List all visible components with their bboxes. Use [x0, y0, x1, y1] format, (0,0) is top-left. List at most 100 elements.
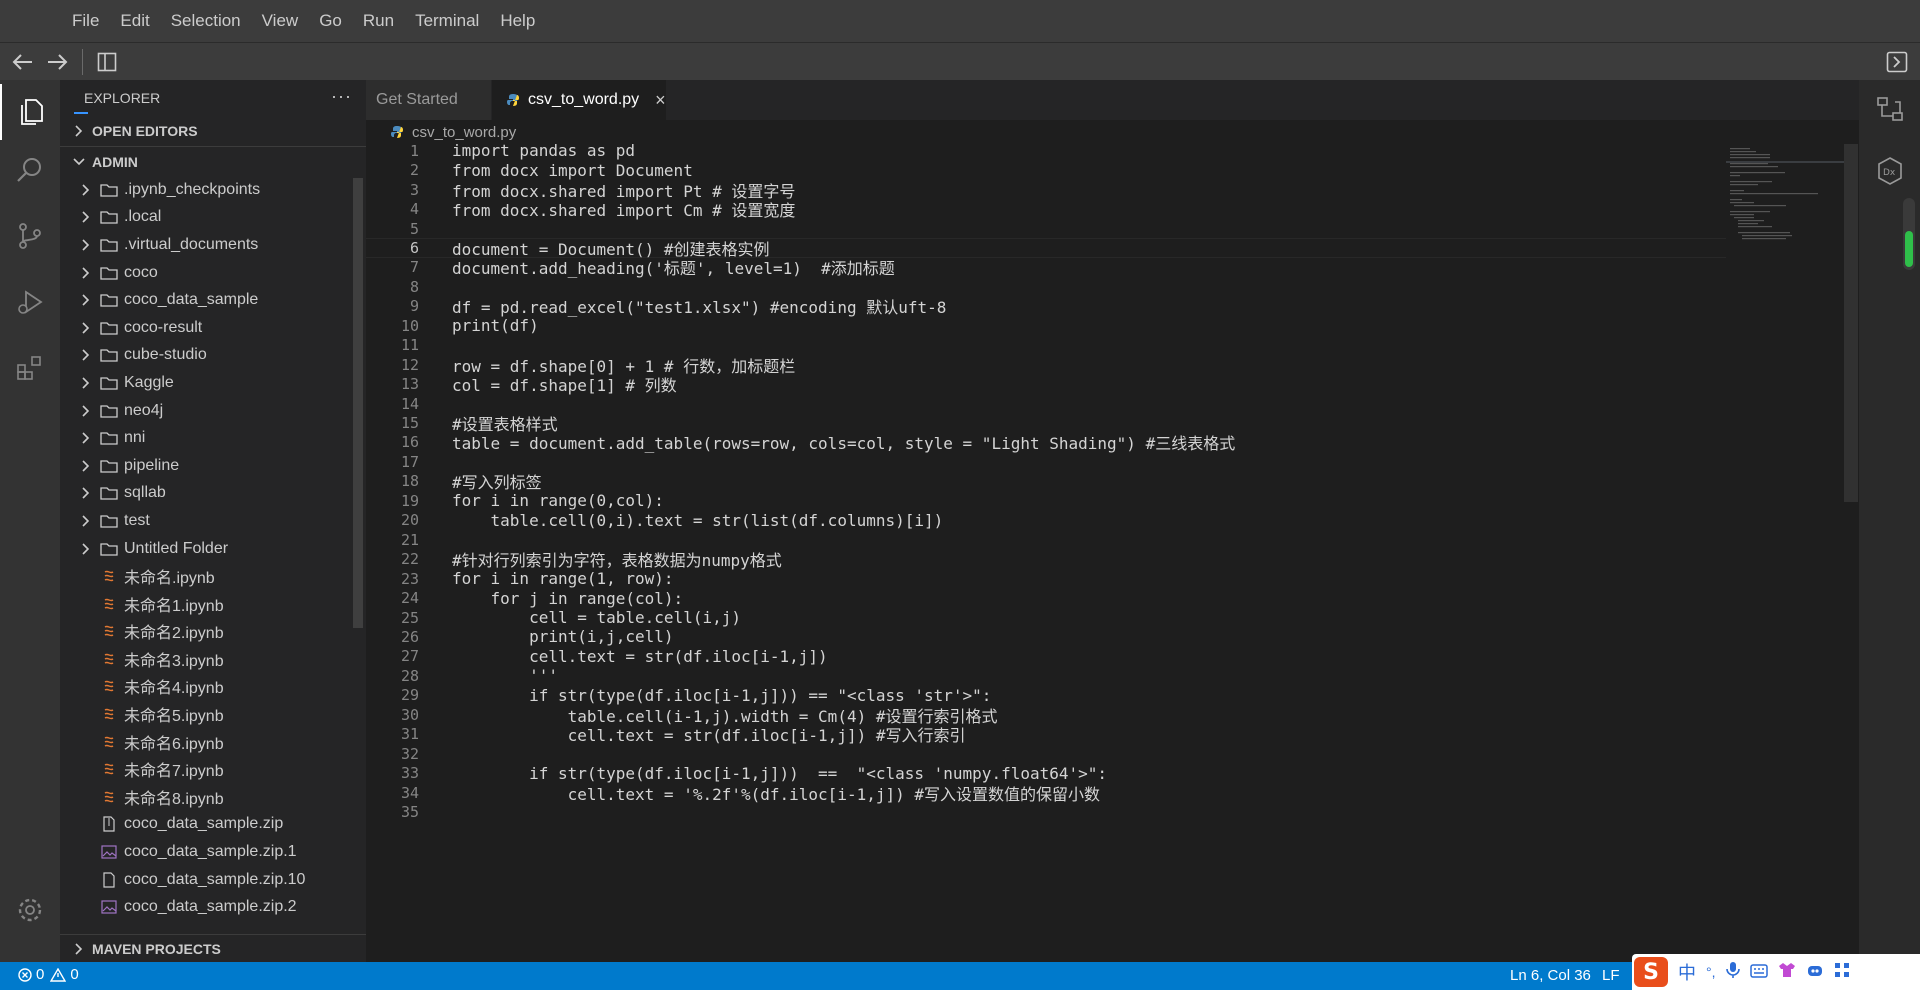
python-file-icon: [506, 93, 520, 107]
folder-item[interactable]: .ipynb_checkpoints: [60, 176, 366, 204]
arrow-left-icon[interactable]: [10, 49, 36, 75]
code-line[interactable]: 23 for i in range(1, row):: [366, 569, 1726, 588]
folder-item[interactable]: coco-result: [60, 314, 366, 342]
panel-layout-icon[interactable]: [94, 49, 120, 75]
grid-icon[interactable]: [1834, 962, 1850, 983]
code-line[interactable]: 7 document.add_heading('标题', level=1) #添加…: [366, 258, 1726, 278]
problems-indicator[interactable]: 0 0: [18, 966, 79, 983]
run-debug-icon[interactable]: [0, 274, 60, 330]
sogou-logo-icon[interactable]: S: [1634, 957, 1668, 987]
code-editor[interactable]: 1 import pandas as pd 2 from docx import Do…: [366, 144, 1859, 962]
code-line[interactable]: 17: [366, 452, 1726, 471]
admin-root-section[interactable]: ADMIN: [60, 146, 366, 176]
keyboard-icon[interactable]: [1749, 962, 1768, 983]
file-item[interactable]: 未命名7.ipynb: [60, 755, 366, 783]
ime-mode[interactable]: 中: [1678, 959, 1696, 985]
end-of-line[interactable]: LF: [1602, 967, 1620, 984]
file-item[interactable]: 未命名2.ipynb: [60, 618, 366, 646]
explorer-icon[interactable]: [0, 84, 60, 140]
folder-item[interactable]: .virtual_documents: [60, 231, 366, 259]
folder-item[interactable]: neo4j: [60, 397, 366, 425]
shirt-icon[interactable]: [1778, 962, 1796, 983]
menu-edit[interactable]: Edit: [120, 11, 149, 31]
folder-item[interactable]: coco: [60, 259, 366, 287]
file-item[interactable]: 未命名5.ipynb: [60, 700, 366, 728]
breadcrumb-file[interactable]: csv_to_word.py: [412, 124, 516, 141]
folder-item[interactable]: coco_data_sample: [60, 286, 366, 314]
code-line[interactable]: 13 col = df.shape[1] # 列数: [366, 374, 1726, 395]
open-editors-section[interactable]: OPEN EDITORS: [60, 116, 366, 146]
editor-scrollbar[interactable]: [1844, 144, 1858, 502]
menu-view[interactable]: View: [262, 11, 299, 31]
code-line[interactable]: 35: [366, 802, 1726, 821]
file-item[interactable]: 未命名1.ipynb: [60, 590, 366, 618]
code-line[interactable]: 14: [366, 394, 1726, 413]
folder-item[interactable]: Kaggle: [60, 369, 366, 397]
tab-get-started[interactable]: Get Started: [366, 80, 492, 120]
dx-hexagon-icon[interactable]: Dx: [1875, 156, 1905, 190]
line-number: 23: [400, 569, 419, 588]
code-line[interactable]: 28 ''': [366, 666, 1726, 685]
settings-gear-icon[interactable]: [0, 882, 60, 938]
arrow-right-icon[interactable]: [44, 49, 70, 75]
code-line[interactable]: 26 print(i,j,cell): [366, 627, 1726, 646]
file-item[interactable]: coco_data_sample.zip.2: [60, 893, 366, 921]
menu-help[interactable]: Help: [500, 11, 535, 31]
chevron-right-box-icon[interactable]: [1884, 49, 1910, 75]
folder-item[interactable]: .local: [60, 204, 366, 232]
code-line[interactable]: 18 #写入列标签: [366, 472, 1726, 492]
microphone-icon[interactable]: [1725, 961, 1740, 984]
code-line[interactable]: 10 print(df): [366, 316, 1726, 335]
file-item[interactable]: 未命名4.ipynb: [60, 673, 366, 701]
file-icon: [100, 872, 118, 888]
file-item[interactable]: coco_data_sample.zip.10: [60, 866, 366, 894]
line-number: 32: [400, 744, 419, 763]
file-label: 未命名3.ipynb: [124, 652, 224, 670]
chevron-right-icon: [78, 294, 94, 306]
code-line[interactable]: 31 cell.text = str(df.iloc[i-1,j]) #写入行索…: [366, 725, 1726, 745]
folder-item[interactable]: pipeline: [60, 452, 366, 480]
menu-go[interactable]: Go: [319, 11, 342, 31]
extensions-icon[interactable]: [0, 340, 60, 396]
menu-file[interactable]: File: [72, 11, 99, 31]
source-control-icon[interactable]: [0, 208, 60, 264]
sidebar-scrollbar[interactable]: [353, 178, 363, 628]
flow-diagram-icon[interactable]: [1875, 94, 1905, 128]
code-line[interactable]: 9 df = pd.read_excel("test1.xlsx") #encod…: [366, 297, 1726, 317]
code-line[interactable]: 22 #针对行列索引为字符，表格数据为numpy格式: [366, 549, 1726, 570]
code-line[interactable]: 1 import pandas as pd: [366, 144, 1726, 160]
code-line[interactable]: 19 for i in range(0,col):: [366, 491, 1726, 510]
code-line[interactable]: 27 cell.text = str(df.iloc[i-1,j]): [366, 647, 1726, 666]
minimap[interactable]: [1726, 144, 1844, 244]
folder-item[interactable]: sqllab: [60, 480, 366, 508]
robot-icon[interactable]: [1806, 962, 1824, 983]
file-item[interactable]: 未命名3.ipynb: [60, 645, 366, 673]
code-line[interactable]: 20 table.cell(0,i).text = str(list(df.co…: [366, 511, 1726, 530]
code-line[interactable]: 32: [366, 744, 1726, 763]
code-line[interactable]: 34 cell.text = '%.2f'%(df.iloc[i-1,j]) #…: [366, 783, 1726, 804]
code-line[interactable]: 25 cell = table.cell(i,j): [366, 608, 1726, 627]
file-item[interactable]: 未命名8.ipynb: [60, 783, 366, 811]
code-line[interactable]: 16 table = document.add_table(rows=row, c…: [366, 433, 1726, 453]
folder-item[interactable]: cube-studio: [60, 342, 366, 370]
folder-item[interactable]: test: [60, 507, 366, 535]
close-icon[interactable]: ×: [655, 90, 666, 111]
menu-selection[interactable]: Selection: [171, 11, 241, 31]
file-item[interactable]: coco_data_sample.zip: [60, 811, 366, 839]
more-actions-icon[interactable]: ···: [331, 86, 352, 107]
folder-item[interactable]: Untitled Folder: [60, 535, 366, 563]
cursor-position[interactable]: Ln 6, Col 36: [1510, 967, 1591, 984]
maven-projects-section[interactable]: MAVEN PROJECTS: [60, 934, 366, 962]
file-item[interactable]: coco_data_sample.zip.1: [60, 838, 366, 866]
folder-item[interactable]: nni: [60, 424, 366, 452]
file-item[interactable]: 未命名.ipynb: [60, 562, 366, 590]
notebook-icon: [100, 651, 118, 667]
menu-terminal[interactable]: Terminal: [415, 11, 479, 31]
menu-run[interactable]: Run: [363, 11, 394, 31]
tab-csv-to-word[interactable]: csv_to_word.py ×: [492, 80, 667, 120]
code-line[interactable]: 4 from docx.shared import Cm # 设置宽度: [366, 199, 1726, 220]
search-icon[interactable]: [0, 142, 60, 198]
code-line[interactable]: 24 for j in range(col):: [366, 588, 1726, 608]
ime-punct[interactable]: °,: [1706, 964, 1716, 980]
file-item[interactable]: 未命名6.ipynb: [60, 728, 366, 756]
